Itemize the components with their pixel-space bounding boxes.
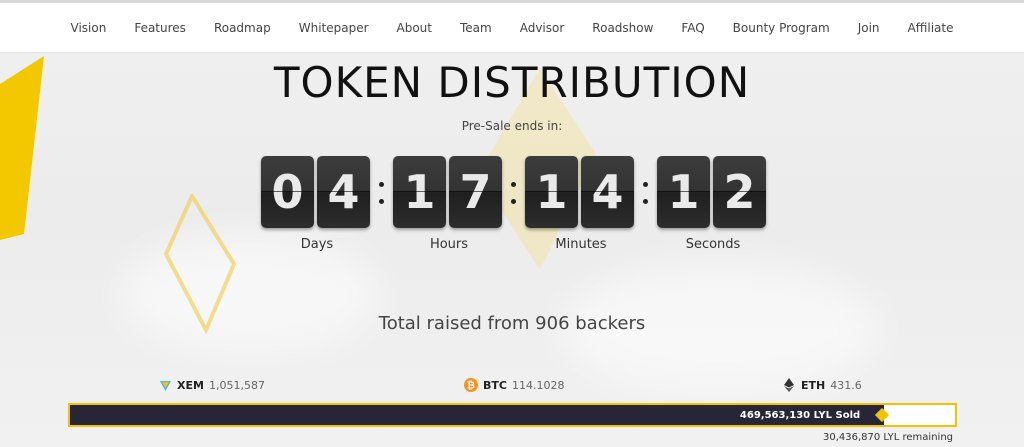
countdown-digit: 4 — [317, 156, 370, 228]
btc-amount: 114.1028 — [511, 378, 565, 392]
btc-raised: ₿ BTC 114.1028 — [464, 378, 564, 392]
nav-item-affiliate[interactable]: Affiliate — [894, 21, 968, 35]
countdown-digit: 1 — [657, 156, 710, 228]
nav-list: Vision Features Roadmap Whitepaper About… — [57, 21, 968, 35]
countdown-seconds-label: Seconds — [685, 237, 741, 252]
nav-item-bounty-program[interactable]: Bounty Program — [719, 21, 844, 35]
xem-icon — [158, 378, 172, 392]
countdown-minutes: 1 4 Minutes — [525, 156, 637, 252]
presale-countdown: 0 4 Days 1 7 Hours 1 4 Minutes 1 2 Secon… — [261, 156, 771, 256]
countdown-separator — [376, 170, 386, 216]
countdown-digit: 4 — [581, 156, 634, 228]
top-navbar: Vision Features Roadmap Whitepaper About… — [0, 3, 1024, 53]
countdown-digit: 1 — [525, 156, 578, 228]
btc-icon: ₿ — [464, 378, 478, 392]
nav-item-features[interactable]: Features — [120, 21, 200, 35]
nav-item-about[interactable]: About — [383, 21, 446, 35]
page-title: TOKEN DISTRIBUTION — [273, 58, 751, 107]
nav-item-team[interactable]: Team — [446, 21, 506, 35]
countdown-hours: 1 7 Hours — [393, 156, 505, 252]
eth-icon — [782, 378, 796, 392]
countdown-seconds: 1 2 Seconds — [657, 156, 769, 252]
total-raised-text: Total raised from 906 backers — [378, 313, 646, 334]
countdown-days: 0 4 Days — [261, 156, 373, 252]
countdown-digit: 0 — [261, 156, 314, 228]
nav-item-vision[interactable]: Vision — [57, 21, 121, 35]
tokens-remaining-label: 30,436,870 LYL remaining — [822, 432, 953, 443]
svg-text:₿: ₿ — [467, 380, 475, 392]
eth-raised: ETH 431.6 — [782, 378, 862, 392]
countdown-minutes-label: Minutes — [555, 237, 607, 252]
countdown-separator — [640, 170, 650, 216]
progress-fill: 469,563,130 LYL Sold — [70, 405, 885, 425]
nav-item-roadmap[interactable]: Roadmap — [200, 21, 285, 35]
countdown-digit: 7 — [449, 156, 502, 228]
nav-item-whitepaper[interactable]: Whitepaper — [285, 21, 383, 35]
xem-raised: XEM 1,051,587 — [158, 378, 265, 392]
xem-name: XEM — [177, 378, 204, 392]
countdown-separator — [508, 170, 518, 216]
nav-item-advisor[interactable]: Advisor — [506, 21, 579, 35]
countdown-days-label: Days — [300, 237, 334, 252]
countdown-hours-label: Hours — [429, 237, 469, 252]
btc-name: BTC — [483, 378, 507, 392]
presale-label: Pre-Sale ends in: — [461, 119, 563, 133]
xem-amount: 1,051,587 — [208, 378, 265, 392]
eth-name: ETH — [801, 378, 826, 392]
eth-amount: 431.6 — [830, 378, 862, 392]
nav-item-faq[interactable]: FAQ — [667, 21, 718, 35]
tokens-sold-label: 469,563,130 LYL Sold — [739, 409, 861, 421]
nav-item-roadshow[interactable]: Roadshow — [578, 21, 667, 35]
countdown-digit: 1 — [393, 156, 446, 228]
nav-item-join[interactable]: Join — [844, 21, 894, 35]
countdown-digit: 2 — [713, 156, 766, 228]
token-sale-progress-bar: 469,563,130 LYL Sold — [68, 403, 957, 427]
